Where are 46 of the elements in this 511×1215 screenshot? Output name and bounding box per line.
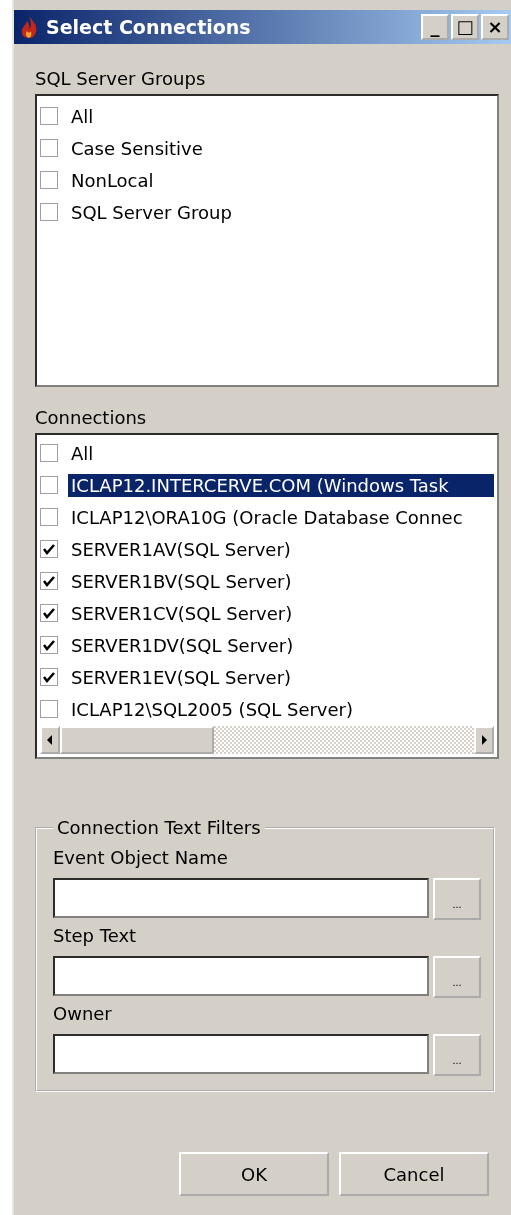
- field-label: Owner: [53, 1002, 113, 1026]
- checkbox[interactable]: [40, 107, 58, 125]
- list-item[interactable]: NonLocal: [68, 168, 157, 192]
- list-item[interactable]: ICLAP12.INTERCERVE.COM (Windows Task: [68, 473, 494, 497]
- list-item[interactable]: SERVER1AV(SQL Server): [68, 537, 294, 561]
- group-legend: Connection Text Filters: [53, 817, 265, 838]
- field-label: Step Text: [53, 924, 138, 948]
- browse-button[interactable]: ...: [433, 878, 481, 920]
- list-item[interactable]: Case Sensitive: [68, 136, 206, 160]
- list-item[interactable]: ICLAP12\SQL2005 (SQL Server): [68, 697, 357, 721]
- checkbox[interactable]: [40, 203, 58, 221]
- browse-button[interactable]: ...: [433, 1034, 481, 1076]
- ok-button[interactable]: OK: [179, 1152, 329, 1196]
- list-item[interactable]: SQL Server Group: [68, 200, 235, 224]
- checkbox[interactable]: [40, 572, 58, 590]
- list-item[interactable]: All: [68, 441, 97, 465]
- horizontal-scrollbar[interactable]: [40, 726, 494, 754]
- checkbox[interactable]: [40, 700, 58, 718]
- checkbox[interactable]: [40, 668, 58, 686]
- input-field[interactable]: [53, 1034, 429, 1074]
- input-field[interactable]: [53, 878, 429, 918]
- field-label: Event Object Name: [53, 846, 229, 870]
- list-item[interactable]: All: [68, 104, 97, 128]
- input-field[interactable]: [53, 956, 429, 996]
- checkbox[interactable]: [40, 476, 58, 494]
- scroll-thumb[interactable]: [60, 726, 214, 754]
- section-label: SQL Server Groups: [35, 68, 207, 90]
- maximize-button[interactable]: □: [451, 14, 479, 40]
- list-item[interactable]: SERVER1EV(SQL Server): [68, 665, 295, 689]
- list-item[interactable]: ICLAP12\ORA10G (Oracle Database Connec: [68, 505, 466, 529]
- checkbox[interactable]: [40, 636, 58, 654]
- list-item[interactable]: SERVER1DV(SQL Server): [68, 633, 297, 657]
- close-button[interactable]: ×: [481, 14, 509, 40]
- checkbox[interactable]: [40, 171, 58, 189]
- checkbox[interactable]: [40, 604, 58, 622]
- checkbox[interactable]: [40, 139, 58, 157]
- list-item[interactable]: SERVER1CV(SQL Server): [68, 601, 296, 625]
- checkbox[interactable]: [40, 540, 58, 558]
- checkbox[interactable]: [40, 444, 58, 462]
- cancel-button[interactable]: Cancel: [339, 1152, 489, 1196]
- list-item[interactable]: SERVER1BV(SQL Server): [68, 569, 295, 593]
- checkbox[interactable]: [40, 508, 58, 526]
- section-label: Connections: [35, 407, 148, 429]
- browse-button[interactable]: ...: [433, 956, 481, 998]
- window-title: Select Connections: [46, 16, 252, 38]
- minimize-button[interactable]: _: [421, 14, 449, 40]
